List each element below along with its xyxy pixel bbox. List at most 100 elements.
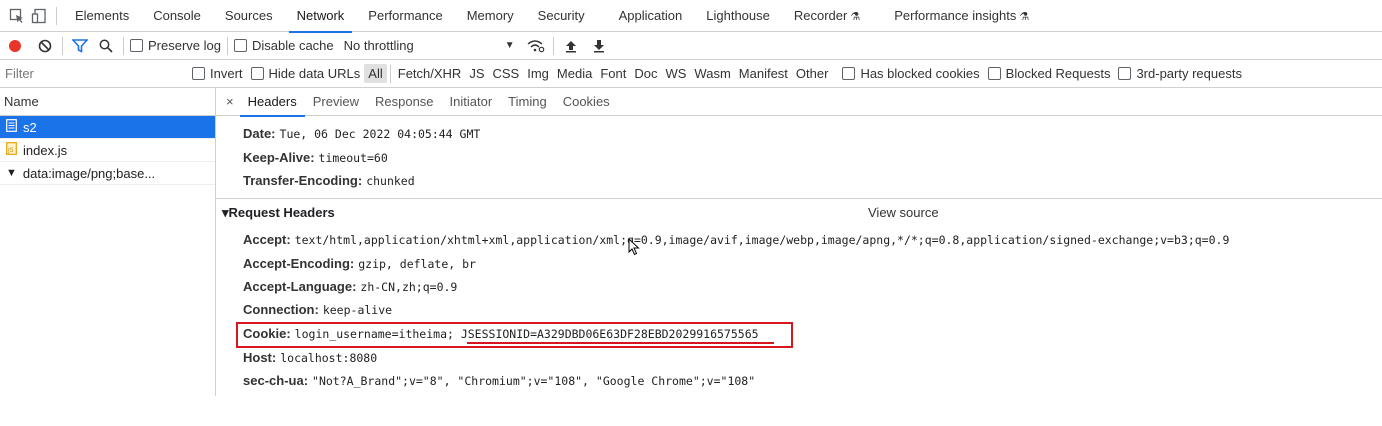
clear-icon[interactable]	[34, 35, 56, 57]
name-column-header[interactable]: Name	[0, 88, 216, 116]
filter-type-css[interactable]: CSS	[489, 64, 524, 83]
checkbox-box[interactable]	[250, 67, 264, 80]
close-icon[interactable]: ×	[224, 94, 240, 109]
tab-security[interactable]: Security	[526, 0, 597, 32]
throttling-select[interactable]: No throttling ▼	[344, 38, 515, 53]
has-blocked-cookies-checkbox[interactable]: Has blocked cookies	[842, 66, 980, 81]
filter-bar: Filter Invert Hide data URLs All Fetch/X…	[0, 60, 1382, 88]
cookie-highlight-box	[236, 322, 793, 348]
checkbox-box[interactable]	[130, 39, 143, 52]
header-value: localhost:8080	[280, 351, 378, 365]
toolbar-divider	[389, 64, 391, 83]
tab-cookies[interactable]: Cookies	[555, 88, 618, 116]
tab-lighthouse[interactable]: Lighthouse	[694, 0, 782, 32]
tab-console[interactable]: Console	[141, 0, 213, 32]
header-name: Host:	[243, 350, 277, 365]
toolbar-divider	[226, 36, 228, 55]
section-title[interactable]: ▾Request Headers	[222, 205, 335, 221]
invert-label: Invert	[210, 66, 243, 81]
hide-data-urls-label: Hide data URLs	[268, 66, 361, 81]
checkbox-box[interactable]	[192, 67, 205, 80]
filter-type-all[interactable]: All	[364, 64, 387, 83]
header-row-accept-language: Accept-Language: zh-CN,zh;q=0.9	[243, 279, 457, 294]
checkbox-box[interactable]	[233, 39, 247, 52]
filter-type-ws[interactable]: WS	[661, 64, 690, 83]
tab-recorder[interactable]: Recorder ⚗	[782, 0, 872, 32]
filter-input[interactable]: Filter	[0, 66, 192, 81]
tab-application[interactable]: Application	[607, 0, 695, 32]
filter-type-wasm[interactable]: Wasm	[690, 64, 734, 83]
blocked-requests-checkbox[interactable]: Blocked Requests	[987, 66, 1110, 81]
record-icon[interactable]	[4, 35, 26, 57]
tab-timing[interactable]: Timing	[500, 88, 555, 116]
document-icon	[6, 119, 17, 135]
tab-headers[interactable]: Headers	[239, 88, 305, 117]
image-data-icon: ▼	[6, 167, 17, 179]
checkbox-box[interactable]	[842, 67, 856, 80]
request-row-s2[interactable]: s2	[0, 116, 215, 139]
tab-recorder-label: Recorder	[793, 7, 848, 23]
device-toolbar-icon[interactable]	[28, 5, 50, 27]
filter-type-other[interactable]: Other	[792, 64, 833, 83]
third-party-requests-checkbox[interactable]: 3rd-party requests	[1118, 66, 1242, 81]
preserve-log-label: Preserve log	[148, 38, 221, 53]
inspect-element-icon[interactable]	[6, 5, 28, 27]
header-name: Connection:	[243, 302, 319, 317]
tab-sources[interactable]: Sources	[213, 0, 285, 32]
hide-data-urls-checkbox[interactable]: Hide data URLs	[250, 66, 361, 81]
header-row-host: Host: localhost:8080	[243, 350, 377, 365]
header-name: Accept-Encoding:	[243, 256, 355, 271]
flask-icon: ⚗	[1019, 10, 1030, 23]
export-har-icon[interactable]	[588, 35, 610, 57]
script-file-icon: JS	[6, 142, 17, 158]
tab-memory[interactable]: Memory	[455, 0, 526, 32]
header-value: gzip, deflate, br	[358, 257, 476, 271]
filter-type-img[interactable]: Img	[523, 64, 553, 83]
filter-type-fetch-xhr[interactable]: Fetch/XHR	[394, 64, 466, 83]
network-conditions-icon[interactable]	[525, 35, 547, 57]
filter-type-doc[interactable]: Doc	[630, 64, 661, 83]
header-row-transfer-encoding: Transfer-Encoding: chunked	[243, 173, 415, 188]
header-value: zh-CN,zh;q=0.9	[360, 280, 458, 294]
tab-network[interactable]: Network	[285, 0, 357, 33]
header-value: chunked	[366, 174, 415, 188]
request-name: data:image/png;base...	[22, 165, 156, 181]
header-value: "Not?A_Brand";v="8", "Chromium";v="108",…	[312, 374, 756, 388]
view-source-link[interactable]: View source	[868, 205, 939, 220]
toolbar-divider	[123, 36, 124, 55]
checkbox-box[interactable]	[1118, 67, 1132, 80]
tab-preview[interactable]: Preview	[305, 88, 367, 116]
filter-type-js[interactable]: JS	[465, 64, 488, 83]
tab-initiator[interactable]: Initiator	[442, 88, 501, 116]
tab-response[interactable]: Response	[367, 88, 442, 116]
header-value: keep-alive	[322, 303, 393, 317]
filter-type-font[interactable]: Font	[596, 64, 630, 83]
tab-elements[interactable]: Elements	[63, 0, 141, 32]
checkbox-box[interactable]	[987, 67, 1001, 80]
request-name: s2	[23, 119, 37, 135]
request-row-data-image[interactable]: ▼ data:image/png;base...	[0, 162, 215, 185]
request-headers-section[interactable]: ▾Request Headers View source	[216, 198, 1382, 226]
header-value: text/html,application/xhtml+xml,applicat…	[294, 233, 1230, 247]
request-row-index-js[interactable]: JS index.js	[0, 139, 215, 162]
header-row-accept-encoding: Accept-Encoding: gzip, deflate, br	[243, 256, 476, 271]
detail-tab-bar: × Headers Preview Response Initiator Tim…	[216, 88, 1382, 117]
filter-type-manifest[interactable]: Manifest	[735, 64, 792, 83]
import-har-icon[interactable]	[560, 35, 582, 57]
mouse-cursor-icon	[628, 237, 640, 259]
header-row-date: Date: Tue, 06 Dec 2022 04:05:44 GMT	[243, 126, 480, 141]
invert-checkbox[interactable]: Invert	[192, 66, 243, 81]
header-value: Tue, 06 Dec 2022 04:05:44 GMT	[279, 127, 481, 141]
disable-cache-checkbox[interactable]: Disable cache	[233, 38, 334, 53]
tab-performance-insights[interactable]: Performance insights ⚗	[882, 0, 1041, 32]
filter-type-media[interactable]: Media	[553, 64, 596, 83]
header-name: sec-ch-ua:	[243, 373, 309, 388]
network-toolbar: Preserve log Disable cache No throttling…	[0, 32, 1382, 60]
toolbar-divider	[56, 6, 57, 25]
search-icon[interactable]	[95, 35, 117, 57]
filter-funnel-icon[interactable]	[69, 35, 91, 57]
devtools-tab-bar: Elements Console Sources Network Perform…	[0, 0, 1382, 33]
toolbar-divider	[552, 36, 554, 55]
tab-performance[interactable]: Performance	[356, 0, 454, 32]
preserve-log-checkbox[interactable]: Preserve log	[130, 38, 221, 53]
